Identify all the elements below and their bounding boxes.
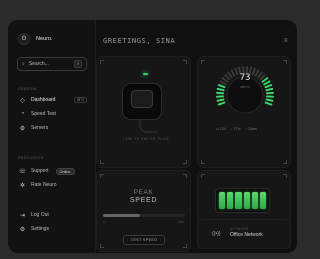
sidebar-item-support[interactable]: ☏ Support Online [17, 165, 89, 177]
sidebar-item-rate-neuro[interactable]: ✲ Rate Neuro [17, 179, 89, 191]
speed-gauge [216, 66, 274, 114]
stat-item: ⊙ 124 [216, 127, 226, 131]
speed-unit: MBIT/S [239, 85, 250, 89]
battery-cell [235, 192, 242, 209]
page-title: GREETINGS, SINA [103, 37, 176, 45]
sidebar-item-label: Dashboard [31, 97, 56, 103]
speed-title: SPEED [129, 197, 158, 204]
gauge-segment [264, 84, 273, 89]
server-icon: ⚙ [19, 125, 26, 132]
gauge-icon: ◔ [20, 111, 25, 117]
peak-speed-card: PEAK SPEED 0 1000 TEST SPEED [96, 170, 191, 252]
sidebar-item-label: Speed Test [31, 111, 56, 117]
shortcut-badge: ⌘ D [74, 97, 87, 103]
network-name: Office Network [230, 232, 263, 238]
gauge-segment [216, 98, 225, 102]
slider-max-label: 1000 [177, 220, 184, 224]
sidebar-item-settings[interactable]: ⚙ Settings [17, 223, 89, 235]
gauge-segment [261, 77, 269, 83]
test-speed-button[interactable]: TEST SPEED [123, 235, 165, 245]
gauge-segment [216, 87, 225, 92]
menu-icon[interactable]: ≡ [284, 38, 288, 44]
logout-icon: ⇥ [19, 212, 26, 219]
battery-cell [251, 192, 258, 209]
sidebar-item-servers[interactable]: ⚙ Servers [17, 122, 89, 134]
sidebar-item-speed-test[interactable]: ◔ Speed Test [17, 108, 89, 120]
gauge-segment [221, 77, 229, 83]
router-card: LINK TO ROUTER PLACE [96, 56, 191, 168]
sidebar-item-label: Settings [31, 226, 50, 232]
sidebar-item-label: Log Out [31, 212, 49, 218]
slider-min-label: 0 [103, 220, 105, 224]
star-icon: ✲ [19, 182, 26, 189]
battery-cell [227, 192, 234, 209]
battery-icon [215, 188, 270, 213]
search-shortcut-icon[interactable]: ⌕ [74, 60, 82, 68]
cable-icon [139, 119, 157, 133]
gear-icon: ⚙ [19, 226, 26, 233]
gauge-segment [265, 87, 274, 92]
speed-stats: ⊙ 124 ↓ 77% ↑ 24ms [216, 127, 257, 131]
gauge-segment [217, 101, 226, 106]
battery-cell [243, 192, 250, 209]
gauge-segment [259, 74, 266, 81]
gauge-segment [264, 101, 273, 106]
gauge-segment [224, 74, 231, 81]
search-input[interactable]: ⌕ Search... ⌕ [17, 57, 87, 71]
diamond-icon: ◇ [20, 97, 25, 104]
battery-cell [219, 192, 226, 209]
app-window: Θ Neuro. ⌕ Search... ⌕ GENERAL ◇ Dashboa… [8, 20, 297, 253]
sidebar: Θ Neuro. ⌕ Search... ⌕ GENERAL ◇ Dashboa… [8, 20, 96, 253]
sidebar-item-label: Servers [31, 125, 49, 131]
battery-cell [259, 192, 267, 209]
router-label: LINK TO ROUTER PLACE [123, 137, 170, 141]
slider-fill [103, 214, 140, 217]
brand[interactable]: Θ Neuro. [18, 33, 53, 45]
network-label: NETWORK [230, 227, 249, 231]
peak-title: PEAK [133, 189, 154, 196]
sidebar-item-label: Support [31, 168, 49, 174]
speed-gauge-card: 73 MBIT/S ⊙ 124 ↓ 77% ↑ 24ms [197, 56, 291, 168]
section-label-general: GENERAL [18, 87, 38, 91]
network-card[interactable]: ((•)) NETWORK Office Network [197, 219, 291, 249]
section-label-resources: RESOURCES [18, 156, 44, 160]
speed-value: 73 [239, 73, 251, 83]
gauge-segment [219, 80, 227, 86]
logo-icon: Θ [18, 33, 30, 45]
wifi-icon: ((•)) [212, 231, 221, 237]
speed-slider[interactable] [103, 214, 185, 217]
sidebar-item-dashboard[interactable]: ◇ Dashboard ⌘ D [17, 94, 89, 106]
gauge-segment [217, 84, 226, 89]
sidebar-item-log-out[interactable]: ⇥ Log Out [17, 209, 89, 221]
stat-item: ↓ 77% [230, 127, 241, 131]
search-placeholder: Search... [28, 61, 49, 67]
search-icon: ⌕ [22, 61, 25, 67]
router-icon [122, 83, 162, 120]
support-icon: ☏ [18, 168, 27, 175]
stat-item: ↑ 24ms [245, 127, 257, 131]
gauge-segment [263, 80, 271, 86]
sidebar-item-label: Rate Neuro [31, 182, 57, 188]
gauge-segment [265, 98, 274, 102]
router-status-led [143, 73, 148, 75]
status-badge: Online [55, 167, 75, 175]
brand-name: Neuro. [36, 36, 53, 42]
